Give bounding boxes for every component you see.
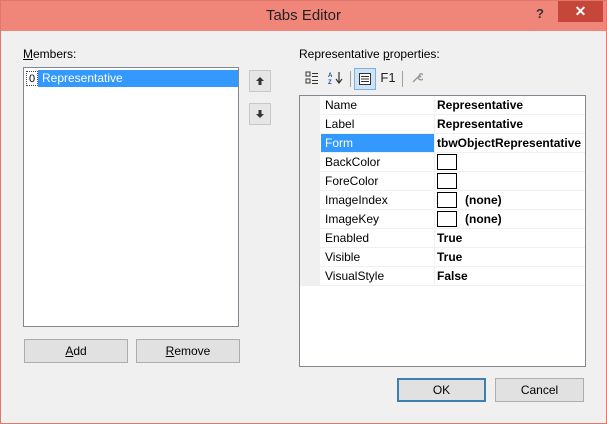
row-gutter <box>300 210 320 229</box>
row-gutter <box>300 172 320 191</box>
row-gutter <box>300 115 320 134</box>
property-name: ImageKey <box>321 210 435 228</box>
property-row[interactable]: ForeColor <box>300 172 585 191</box>
property-name: VisualStyle <box>321 267 435 285</box>
properties-label: Representative properties: <box>299 47 440 61</box>
member-index: 0 <box>26 71 38 86</box>
row-gutter <box>300 229 320 248</box>
image-swatch <box>437 191 457 208</box>
add-label-rest: dd <box>73 344 87 358</box>
cancel-button[interactable]: Cancel <box>495 378 584 402</box>
property-value[interactable]: (none) <box>437 210 585 228</box>
f1-button[interactable]: F1 <box>377 68 399 90</box>
title-bar[interactable]: Tabs Editor ? ✕ <box>1 1 606 31</box>
wrench-button[interactable] <box>406 68 428 90</box>
property-pages-icon <box>359 73 371 85</box>
members-label-rest: embers: <box>33 47 77 61</box>
move-up-button[interactable] <box>249 70 271 92</box>
move-down-button[interactable] <box>249 103 271 125</box>
property-row[interactable]: Label Representative <box>300 115 585 134</box>
row-gutter <box>300 267 320 286</box>
ok-button[interactable]: OK <box>397 378 486 402</box>
list-item[interactable]: 0 Representative <box>26 70 238 87</box>
property-row[interactable]: VisualStyle False <box>300 267 585 286</box>
members-label-mnemonic: M <box>23 47 33 61</box>
add-button[interactable]: Add <box>24 339 128 363</box>
property-row[interactable]: ImageKey (none) <box>300 210 585 229</box>
property-name: ImageIndex <box>321 191 435 209</box>
property-row[interactable]: Visible True <box>300 248 585 267</box>
members-label: Members: <box>23 47 76 61</box>
svg-text:A: A <box>328 73 333 79</box>
property-name: Label <box>321 115 435 133</box>
properties-label-mnemonic: p <box>383 47 390 61</box>
property-value[interactable] <box>437 153 585 171</box>
property-value[interactable] <box>437 172 585 190</box>
alphabetical-button[interactable]: A Z <box>325 68 347 90</box>
property-value[interactable]: True <box>437 248 585 266</box>
row-gutter <box>300 191 320 210</box>
color-swatch <box>437 153 457 170</box>
close-icon: ✕ <box>574 3 587 19</box>
property-value[interactable]: tbwObjectRepresentative <box>437 134 585 152</box>
property-value[interactable]: Representative <box>437 96 585 114</box>
members-list[interactable]: 0 Representative <box>23 67 239 327</box>
image-swatch <box>437 210 457 227</box>
remove-label-rest: emove <box>174 344 211 358</box>
property-name: ForeColor <box>321 172 435 190</box>
categorized-icon <box>305 71 318 84</box>
property-value[interactable]: False <box>437 267 585 285</box>
remove-button[interactable]: Remove <box>136 339 240 363</box>
property-row[interactable]: Name Representative <box>300 96 585 115</box>
arrow-down-icon <box>256 110 264 118</box>
property-row[interactable]: Enabled True <box>300 229 585 248</box>
property-value[interactable]: Representative <box>437 115 585 133</box>
row-gutter <box>300 96 320 115</box>
row-gutter <box>300 248 320 267</box>
property-row[interactable]: BackColor <box>300 153 585 172</box>
property-name: Form <box>321 134 435 152</box>
arrow-up-icon <box>256 77 264 85</box>
property-pages-button[interactable] <box>354 68 376 90</box>
wrench-icon <box>412 73 425 83</box>
property-name: Name <box>321 96 435 114</box>
property-row-selected[interactable]: Form tbwObjectRepresentative <box>300 134 585 153</box>
categorized-button[interactable] <box>301 68 323 90</box>
alphabetical-icon: A Z <box>328 72 343 86</box>
svg-text:Z: Z <box>328 80 332 85</box>
toolbar-separator <box>350 71 351 87</box>
close-button[interactable]: ✕ <box>558 1 603 22</box>
row-gutter <box>300 134 320 153</box>
property-name: BackColor <box>321 153 435 171</box>
property-name: Visible <box>321 248 435 266</box>
window-title: Tabs Editor <box>265 7 342 24</box>
property-grid[interactable]: Name Representative Label Representative… <box>299 95 586 367</box>
property-name: Enabled <box>321 229 435 247</box>
dialog-body: Members: 0 Representative Add Remove Rep… <box>8 31 599 417</box>
tabs-editor-window: Tabs Editor ? ✕ Members: 0 Representativ… <box>0 0 607 424</box>
property-row[interactable]: ImageIndex (none) <box>300 191 585 210</box>
property-value[interactable]: (none) <box>437 191 585 209</box>
property-value-text: (none) <box>465 212 502 226</box>
property-value-text: (none) <box>465 193 502 207</box>
toolbar-separator <box>402 71 403 87</box>
property-value[interactable]: True <box>437 229 585 247</box>
row-gutter <box>300 153 320 172</box>
help-button[interactable]: ? <box>528 5 552 23</box>
remove-mnemonic: R <box>165 344 175 358</box>
member-name: Representative <box>38 70 238 87</box>
color-swatch <box>437 172 457 189</box>
